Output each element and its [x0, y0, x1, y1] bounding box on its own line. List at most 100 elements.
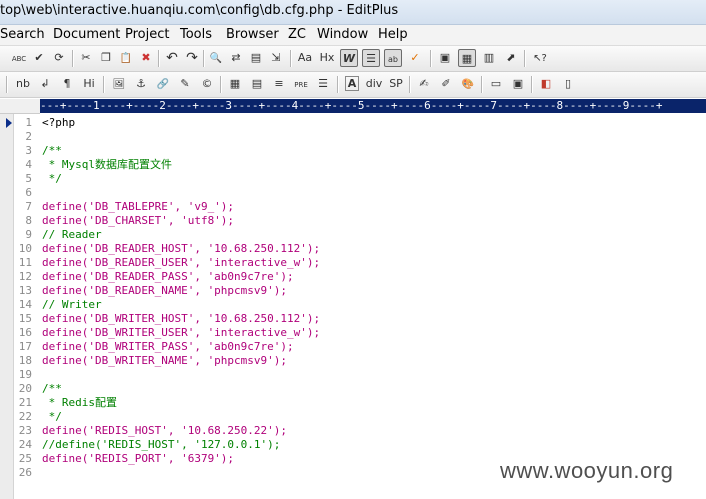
find-in-files-button[interactable]: ▤ — [247, 49, 265, 67]
browser-preview-button[interactable]: ◧ — [537, 75, 555, 93]
menu-zc[interactable]: ZC — [288, 27, 306, 42]
code-line[interactable]: 10 define('DB_READER_HOST', '10.68.250.11… — [14, 242, 706, 256]
code-token: define('REDIS_HOST', '10.68.250.22'); — [42, 424, 288, 437]
directory-button[interactable]: ▦ — [458, 49, 476, 67]
replace-button[interactable]: ⇄ — [227, 49, 245, 67]
code-line[interactable]: 12 define('DB_READER_PASS', 'ab0n9c7re'); — [14, 270, 706, 284]
menu-help[interactable]: Help — [378, 27, 408, 42]
toolbar-separator — [531, 76, 532, 93]
script-button[interactable]: ✐ — [437, 75, 455, 93]
line-text: define('DB_WRITER_USER', 'interactive_w'… — [42, 326, 320, 340]
code-line[interactable]: 19 — [14, 368, 706, 382]
code-token: * Mysql数据库配置文件 — [42, 158, 172, 171]
edit-tag-button[interactable]: ✎ — [176, 75, 194, 93]
hex-button[interactable]: Hx — [318, 49, 336, 67]
menu-browser[interactable]: Browser — [226, 27, 279, 42]
table-button[interactable]: ▦ — [226, 75, 244, 93]
code-line[interactable]: 16 define('DB_WRITER_USER', 'interactive_… — [14, 326, 706, 340]
nb-button[interactable]: nb — [14, 75, 32, 93]
line-break-button[interactable]: ↲ — [36, 75, 54, 93]
spellcheck-button[interactable]: ABC — [10, 49, 28, 67]
panel-button[interactable]: ▯ — [559, 75, 577, 93]
copy-button[interactable]: ❐ — [97, 49, 115, 67]
horizontal-rule-button[interactable]: ≡ — [270, 75, 288, 93]
code-editor[interactable]: 1 <?php 2 3/** 4 * Mysql数据库配置文件 5 */6 7 define(… — [14, 116, 706, 480]
abcd-button[interactable]: ab — [384, 49, 402, 67]
pre-button[interactable]: PRE — [292, 75, 310, 93]
line-text: * Mysql数据库配置文件 — [42, 158, 172, 172]
code-line[interactable]: 18 define('DB_WRITER_NAME', 'phpcmsv9'); — [14, 354, 706, 368]
table-row-button[interactable]: ▤ — [248, 75, 266, 93]
column-select-button[interactable]: ☰ — [362, 49, 380, 67]
font-size-button[interactable]: Aa — [296, 49, 314, 67]
menu-project[interactable]: Project — [125, 27, 169, 42]
form-button[interactable]: ✍ — [415, 75, 433, 93]
redo-button[interactable]: ↷ — [183, 49, 201, 67]
code-line[interactable]: 23 define('REDIS_HOST', '10.68.250.22'); — [14, 424, 706, 438]
word-wrap-button[interactable]: W — [340, 49, 358, 67]
line-text: <?php — [42, 116, 75, 130]
code-line[interactable]: 20 /** — [14, 382, 706, 396]
link-button[interactable]: 🔗 — [154, 75, 172, 93]
code-line[interactable]: 17 define('DB_WRITER_PASS', 'ab0n9c7re'); — [14, 340, 706, 354]
menu-tools[interactable]: Tools — [180, 27, 212, 42]
help-pointer-button[interactable]: ↖? — [530, 49, 550, 67]
editor-gutter[interactable] — [0, 114, 14, 499]
code-line[interactable]: 14 // Writer — [14, 298, 706, 312]
code-line[interactable]: 15 define('DB_WRITER_HOST', '10.68.250.11… — [14, 312, 706, 326]
line-text: define('REDIS_HOST', '10.68.250.22'); — [42, 424, 287, 438]
line-text: /** — [42, 382, 62, 396]
toolbar-separator — [6, 76, 7, 93]
refresh-button[interactable]: ⟳ — [50, 49, 68, 67]
output-button[interactable]: ⬈ — [502, 49, 520, 67]
list-button[interactable]: ☰ — [314, 75, 332, 93]
watermark: www.wooyun.org — [500, 458, 674, 483]
table-icon: ▦ — [229, 77, 241, 90]
cut-icon: ✂ — [81, 51, 91, 64]
code-line[interactable]: 13 define('DB_READER_NAME', 'phpcmsv9'); — [14, 284, 706, 298]
code-line[interactable]: 3 /** — [14, 144, 706, 158]
cut-button[interactable]: ✂ — [77, 49, 95, 67]
line-text: */ — [42, 172, 62, 186]
check-button[interactable]: ✔ — [30, 49, 48, 67]
cliptext-button[interactable]: ▥ — [480, 49, 498, 67]
window-title: top\web\interactive.huanqiu.com\config\d… — [0, 3, 399, 18]
menu-document[interactable]: Document — [53, 27, 120, 42]
code-line[interactable]: 11 define('DB_READER_USER', 'interactive_… — [14, 256, 706, 270]
anchor-button[interactable]: ⚓ — [132, 75, 150, 93]
layout-button[interactable]: ▭ — [487, 75, 505, 93]
goto-button[interactable]: ⇲ — [267, 49, 285, 67]
code-line[interactable]: 6 — [14, 186, 706, 200]
copyright-button[interactable]: © — [198, 75, 216, 93]
goto-icon: ⇲ — [271, 51, 281, 64]
image-button[interactable]: 🖼 — [110, 75, 128, 93]
color-button[interactable]: 🎨 — [459, 75, 477, 93]
line-text: define('DB_WRITER_HOST', '10.68.250.112'… — [42, 312, 320, 326]
code-line[interactable]: 9 // Reader — [14, 228, 706, 242]
heading-button[interactable]: Hi — [80, 75, 98, 93]
frame-button[interactable]: ▣ — [509, 75, 527, 93]
image-icon: 🖼 — [112, 79, 126, 90]
paragraph-button[interactable]: ¶ — [58, 75, 76, 93]
code-line[interactable]: 5 */ — [14, 172, 706, 186]
code-token: define('DB_CHARSET', 'utf8'); — [42, 214, 235, 227]
menu-window[interactable]: Window — [317, 27, 368, 42]
code-line[interactable]: 24 //define('REDIS_HOST', '127.0.0.1'); — [14, 438, 706, 452]
div-button[interactable]: div — [364, 75, 384, 93]
find-button[interactable]: 🔍 — [207, 49, 225, 67]
code-line[interactable]: 8 define('DB_CHARSET', 'utf8'); — [14, 214, 706, 228]
code-line[interactable]: 1 <?php — [14, 116, 706, 130]
view-button[interactable]: ▣ — [436, 49, 454, 67]
code-line[interactable]: 7 define('DB_TABLEPRE', 'v9_'); — [14, 200, 706, 214]
spell-mark-button[interactable]: ✓ — [406, 49, 424, 67]
menu-search[interactable]: Search — [0, 27, 45, 42]
undo-button[interactable]: ↶ — [163, 49, 181, 67]
code-line[interactable]: 2 — [14, 130, 706, 144]
span-button[interactable]: SP — [386, 75, 406, 93]
code-line[interactable]: 22 */ — [14, 410, 706, 424]
delete-button[interactable]: ✖ — [137, 49, 155, 67]
code-line[interactable]: 4 * Mysql数据库配置文件 — [14, 158, 706, 172]
font-button[interactable]: A — [343, 75, 361, 93]
code-line[interactable]: 21 * Redis配置 — [14, 396, 706, 410]
paste-button[interactable]: 📋 — [117, 49, 135, 67]
